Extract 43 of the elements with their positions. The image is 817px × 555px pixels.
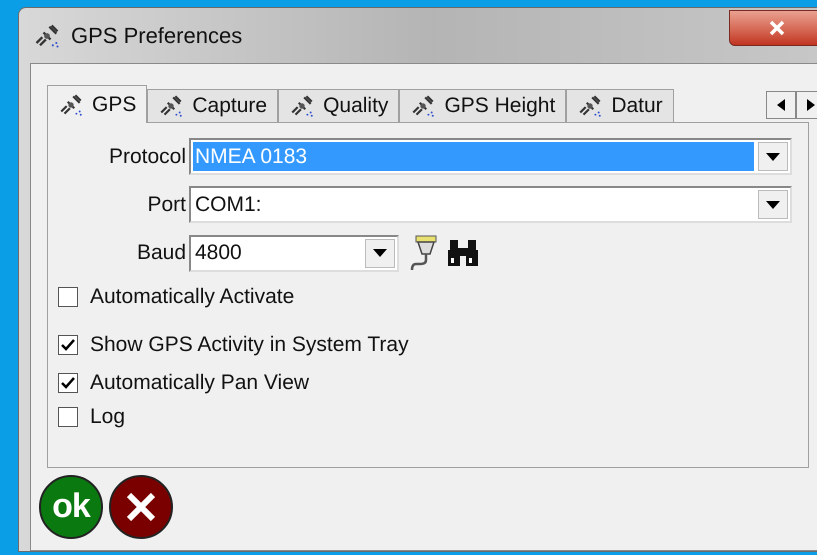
checkbox-label: Automatically Activate <box>90 284 294 310</box>
caret-icon <box>766 152 780 160</box>
dropdown-value: NMEA 0183 <box>193 142 754 171</box>
window-title: GPS Preferences <box>71 22 242 50</box>
checkbox[interactable] <box>58 407 78 427</box>
dropdown-value: COM1: <box>194 192 263 218</box>
tab[interactable]: GPS <box>47 85 148 123</box>
field-label: Port <box>146 192 186 218</box>
right-arrow-icon <box>807 99 815 111</box>
dropdown-button[interactable] <box>365 238 395 268</box>
close-button[interactable] <box>729 10 817 46</box>
serial-connector-icon[interactable] <box>410 234 438 272</box>
cancel-icon <box>124 490 158 524</box>
checkbox[interactable] <box>58 287 78 307</box>
dropdown-button[interactable] <box>758 190 788 219</box>
scroll-left-button[interactable] <box>766 91 796 119</box>
checkbox-label: Automatically Pan View <box>90 370 310 396</box>
dropdown-button[interactable] <box>758 142 788 171</box>
satellite-icon <box>58 92 84 118</box>
binoculars-icon[interactable] <box>446 238 480 268</box>
satellite-icon <box>158 93 184 119</box>
dropdown[interactable]: 4800 <box>189 234 399 272</box>
checkbox-label: Log <box>90 404 126 430</box>
dropdown[interactable]: COM1: <box>189 186 792 223</box>
checkbox[interactable] <box>58 335 78 355</box>
tab[interactable]: Capture <box>147 89 278 122</box>
checkbox-label: Show GPS Activity in System Tray <box>90 332 409 358</box>
caret-icon <box>766 200 780 208</box>
satellite-icon <box>577 93 604 119</box>
tab[interactable]: Datur <box>566 89 674 122</box>
checkbox[interactable] <box>58 373 78 393</box>
field-label: Baud <box>136 240 186 266</box>
tab[interactable]: Quality <box>278 89 400 122</box>
scroll-right-button[interactable] <box>796 91 817 119</box>
left-arrow-icon <box>777 99 785 111</box>
close-icon <box>768 20 786 36</box>
tab[interactable]: GPS Height <box>399 89 566 122</box>
satellite-icon <box>289 93 316 119</box>
field-label: Protocol <box>108 144 186 170</box>
dropdown-value: 4800 <box>194 240 243 266</box>
caret-icon <box>373 249 387 257</box>
ok-button[interactable]: ok <box>39 475 103 539</box>
satellite-icon <box>410 93 436 119</box>
